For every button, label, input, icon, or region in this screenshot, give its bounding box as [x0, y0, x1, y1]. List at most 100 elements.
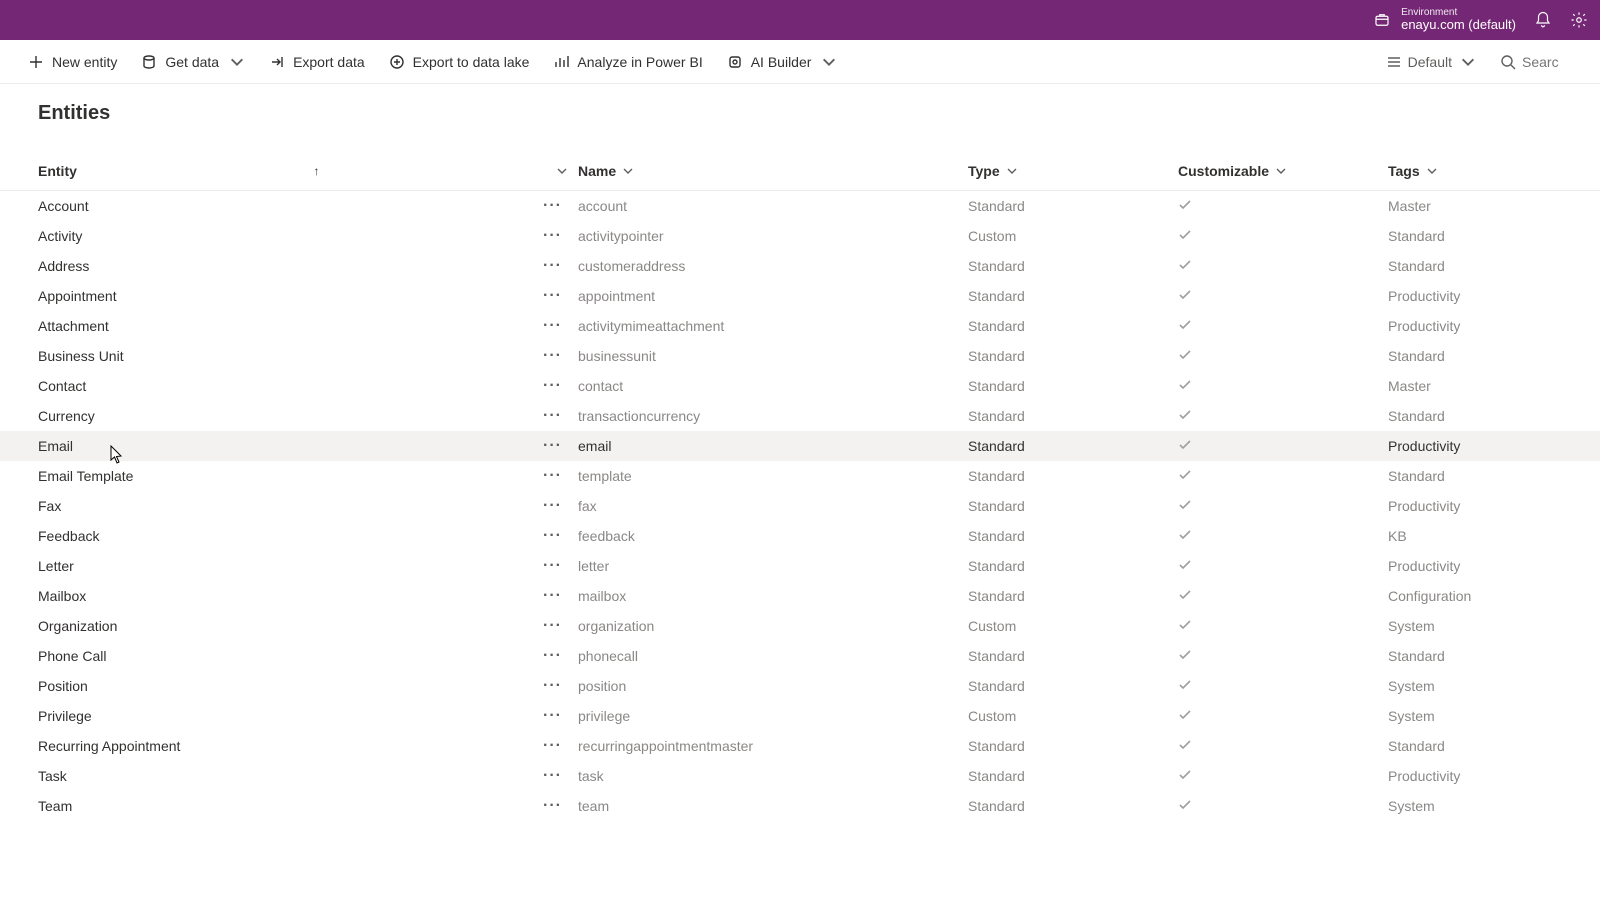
get-data-button[interactable]: Get data: [131, 48, 255, 76]
table-row[interactable]: Contact ··· contactStandard Master: [0, 371, 1600, 401]
table-row[interactable]: Mailbox···mailboxStandardConfiguration: [0, 581, 1600, 611]
check-icon: [1178, 258, 1192, 272]
more-actions-button[interactable]: ···: [537, 735, 568, 757]
environment-switcher[interactable]: Environment enayu.com (default): [1373, 7, 1516, 33]
entity-label: Contact: [38, 378, 86, 394]
table-row[interactable]: Task···taskStandardProductivity: [0, 761, 1600, 791]
table-row[interactable]: Attachment···activitymimeattachmentStand…: [0, 311, 1600, 341]
view-mode-button[interactable]: Default: [1376, 48, 1486, 76]
search-box[interactable]: [1490, 54, 1582, 70]
col-customizable[interactable]: Customizable: [1178, 163, 1388, 179]
table-row[interactable]: Account···accountStandardMaster: [0, 191, 1600, 221]
entity-tags: Master: [1388, 378, 1600, 394]
more-actions-button[interactable]: ···: [537, 315, 568, 337]
more-actions-button[interactable]: ···: [537, 525, 568, 547]
entity-name: letter: [578, 558, 968, 574]
more-actions-button[interactable]: ···: [537, 225, 568, 247]
entity-customizable: [1178, 288, 1388, 305]
check-icon: [1178, 648, 1192, 662]
more-actions-button[interactable]: ···: [537, 465, 568, 487]
more-actions-button[interactable]: ···: [537, 585, 568, 607]
more-actions-button[interactable]: ···: [537, 345, 568, 367]
chevron-down-icon: [229, 54, 245, 70]
entity-type: Standard: [968, 258, 1178, 274]
environment-label: Environment: [1401, 7, 1516, 19]
ai-builder-button[interactable]: AI Builder: [717, 48, 848, 76]
more-actions-button[interactable]: ···: [537, 285, 568, 307]
more-actions-button[interactable]: ···: [537, 375, 568, 397]
entity-type: Standard: [968, 498, 1178, 514]
settings-icon[interactable]: [1570, 11, 1588, 29]
entity-tags: Productivity: [1388, 288, 1600, 304]
table-row[interactable]: Fax···faxStandardProductivity: [0, 491, 1600, 521]
table-row[interactable]: Currency···transactioncurrencyStandardSt…: [0, 401, 1600, 431]
more-actions-button[interactable]: ···: [537, 435, 568, 457]
check-icon: [1178, 498, 1192, 512]
entity-name: privilege: [578, 708, 968, 724]
check-icon: [1178, 678, 1192, 692]
table-row[interactable]: Feedback···feedbackStandardKB: [0, 521, 1600, 551]
search-input[interactable]: [1522, 54, 1582, 70]
entity-type: Standard: [968, 768, 1178, 784]
col-name[interactable]: Name: [578, 163, 968, 179]
check-icon: [1178, 318, 1192, 332]
check-icon: [1178, 708, 1192, 722]
entity-type: Standard: [968, 648, 1178, 664]
table-row[interactable]: Activity···activitypointerCustomStandard: [0, 221, 1600, 251]
entity-label: Email Template: [38, 468, 133, 484]
col-tags[interactable]: Tags: [1388, 163, 1600, 179]
more-actions-button[interactable]: ···: [537, 195, 568, 217]
table-row[interactable]: Position···positionStandardSystem: [0, 671, 1600, 701]
entity-type: Standard: [968, 408, 1178, 424]
new-entity-button[interactable]: New entity: [18, 48, 127, 76]
entity-label: Recurring Appointment: [38, 738, 180, 754]
more-actions-button[interactable]: ···: [537, 555, 568, 577]
table-row[interactable]: Organization···organizationCustomSystem: [0, 611, 1600, 641]
table-row[interactable]: Email Template···templateStandardStandar…: [0, 461, 1600, 491]
more-actions-button[interactable]: ···: [537, 495, 568, 517]
entity-tags: Configuration: [1388, 588, 1600, 604]
entity-type: Standard: [968, 378, 1178, 394]
entity-tags: Productivity: [1388, 558, 1600, 574]
table-row[interactable]: Team···teamStandardSystem: [0, 791, 1600, 821]
entity-type: Standard: [968, 528, 1178, 544]
entity-label: Privilege: [38, 708, 92, 724]
entity-type: Standard: [968, 288, 1178, 304]
more-actions-button[interactable]: ···: [537, 765, 568, 787]
entity-name: account: [578, 198, 968, 214]
entity-label: Letter: [38, 558, 74, 574]
more-actions-button[interactable]: ···: [537, 255, 568, 277]
col-type-label: Type: [968, 163, 1000, 179]
table-row[interactable]: Business Unit···businessunitStandardStan…: [0, 341, 1600, 371]
environment-icon: [1373, 11, 1391, 29]
analyze-power-bi-button[interactable]: Analyze in Power BI: [543, 48, 712, 76]
col-type[interactable]: Type: [968, 163, 1178, 179]
table-row[interactable]: Letter ··· letterStandard Productivity: [0, 551, 1600, 581]
col-entity[interactable]: Entity ↑: [38, 163, 578, 179]
table-row[interactable]: Phone Call···phonecallStandardStandard: [0, 641, 1600, 671]
more-actions-button[interactable]: ···: [537, 795, 568, 817]
table-row[interactable]: Address···customeraddressStandardStandar…: [0, 251, 1600, 281]
table-row[interactable]: Privilege···privilegeCustomSystem: [0, 701, 1600, 731]
entity-type: Custom: [968, 708, 1178, 724]
table-row[interactable]: Email···emailStandardProductivity: [0, 431, 1600, 461]
table-row[interactable]: Recurring Appointment···recurringappoint…: [0, 731, 1600, 761]
export-to-lake-button[interactable]: Export to data lake: [379, 48, 540, 76]
entity-label: Team: [38, 798, 72, 814]
table-row[interactable]: Appointment···appointmentStandardProduct…: [0, 281, 1600, 311]
entity-type: Standard: [968, 558, 1178, 574]
entity-type: Standard: [968, 468, 1178, 484]
more-actions-button[interactable]: ···: [537, 405, 568, 427]
check-icon: [1178, 798, 1192, 812]
entity-label: Business Unit: [38, 348, 124, 364]
entity-name: contact: [578, 378, 968, 394]
check-icon: [1178, 378, 1192, 392]
notifications-icon[interactable]: [1534, 11, 1552, 29]
entity-name: team: [578, 798, 968, 814]
more-actions-button[interactable]: ···: [537, 675, 568, 697]
more-actions-button[interactable]: ···: [537, 705, 568, 727]
more-actions-button[interactable]: ···: [537, 615, 568, 637]
more-actions-button[interactable]: ···: [537, 645, 568, 667]
entity-customizable: [1178, 618, 1388, 635]
export-data-button[interactable]: Export data: [259, 48, 375, 76]
